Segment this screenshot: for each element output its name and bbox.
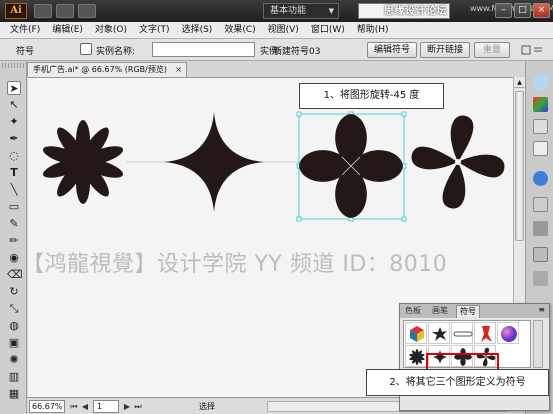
layers-icon[interactable] <box>533 271 548 286</box>
step1-callout: 1、将图形旋转-45 度 <box>299 83 444 109</box>
sphere-symbol[interactable] <box>497 322 519 344</box>
graph-tool-icon[interactable]: ▥ <box>7 370 21 384</box>
tab-brushes[interactable]: 画笔 <box>429 305 451 318</box>
stroke-icon[interactable] <box>533 197 548 212</box>
eraser-tool-icon[interactable]: ⌫ <box>7 268 23 282</box>
close-button[interactable]: × <box>533 3 550 18</box>
first-page-icon[interactable]: ⏮ <box>69 401 79 412</box>
blob-brush-tool-icon[interactable]: ◉ <box>7 251 21 265</box>
menu-file[interactable]: 文件(F) <box>4 22 46 39</box>
menu-edit[interactable]: 编辑(E) <box>46 22 89 39</box>
chevron-down-icon: ▼ <box>328 7 334 15</box>
splat-symbol[interactable] <box>428 322 450 344</box>
next-page-icon[interactable]: ▶ <box>122 401 132 412</box>
line-tool-icon[interactable]: ╲ <box>7 183 21 197</box>
sparkle-shape[interactable] <box>164 112 264 212</box>
scale-tool-icon[interactable]: ⤡ <box>7 302 21 316</box>
illustrator-window: Ai 基本功能 ▼ 思缘设计论坛 www.MISSYUAN.COM – □ × … <box>0 0 553 414</box>
symbol-sprayer-tool-icon[interactable]: ✺ <box>7 353 21 367</box>
paintbrush-tool-icon[interactable]: ✎ <box>7 217 21 231</box>
instance-name-label: 实例名称: <box>96 47 136 57</box>
color-panel-icon[interactable] <box>533 75 548 90</box>
document-title: 手机广告.ai* @ 66.67% (RGB/预览) <box>33 65 167 74</box>
break-link-button[interactable]: 断开链接 <box>420 42 470 58</box>
warp-tool-icon[interactable]: ◍ <box>7 319 21 333</box>
scroll-thumb[interactable] <box>515 91 524 241</box>
symbol-icon <box>80 43 92 55</box>
view-mode-icon[interactable] <box>78 4 96 18</box>
panel-scrollbar[interactable] <box>533 320 543 368</box>
document-tab[interactable]: 手机广告.ai* @ 66.67% (RGB/预览) × <box>27 62 187 77</box>
control-bar: 符号 实例名称: 实例: 新建符号03 编辑符号 断开链接 重置 <box>0 39 553 61</box>
appearance-icon[interactable] <box>533 247 548 262</box>
menu-type[interactable]: 文字(T) <box>133 22 176 39</box>
flower-shape[interactable] <box>41 120 125 204</box>
page-number-field[interactable]: 1 <box>93 400 119 413</box>
cube-symbol[interactable] <box>405 322 427 344</box>
type-tool-icon[interactable]: T <box>7 166 21 180</box>
tools-panel: ➤ ↖ ✦ ✒ ◌ T ╲ ▭ ✎ ✏ ◉ ⌫ ↻ ⤡ ◍ ▣ ✺ ▥ ▦ <box>0 61 27 414</box>
forum-watermark: 思缘设计论坛 <box>384 6 447 17</box>
symbols-icon[interactable] <box>533 171 548 186</box>
close-icon[interactable]: × <box>175 63 182 76</box>
panel-menu-icon[interactable]: ≡ <box>538 305 545 314</box>
menu-window[interactable]: 窗口(W) <box>305 22 351 39</box>
menu-view[interactable]: 视图(V) <box>262 22 305 39</box>
app-logo: Ai <box>5 3 27 19</box>
symbols-grid <box>403 320 531 380</box>
clover-shape[interactable] <box>299 114 403 218</box>
pen-tool-icon[interactable]: ✒ <box>7 132 21 146</box>
last-page-icon[interactable]: ⏭ <box>133 401 143 412</box>
gradient-icon[interactable] <box>533 221 548 236</box>
swatches-icon[interactable] <box>533 119 548 134</box>
instance-value[interactable]: 新建符号03 <box>273 44 320 57</box>
status-text: 选择 <box>199 402 215 411</box>
color-guide-icon[interactable] <box>533 97 548 112</box>
minimize-button[interactable]: – <box>495 3 512 18</box>
pinwheel-shape[interactable] <box>411 115 505 209</box>
magic-wand-tool-icon[interactable]: ✦ <box>7 115 21 129</box>
panel-grip[interactable] <box>2 63 24 68</box>
title-bar: Ai 基本功能 ▼ 思缘设计论坛 www.MISSYUAN.COM – □ × <box>0 0 553 22</box>
free-transform-tool-icon[interactable]: ▣ <box>7 336 21 350</box>
step2-callout: 2、将其它三个图形定义为符号 <box>366 369 549 396</box>
prev-page-icon[interactable]: ◀ <box>80 401 90 412</box>
selection-type-label: 符号 <box>16 47 35 57</box>
rotate-tool-icon[interactable]: ↻ <box>7 285 21 299</box>
scroll-up-icon[interactable]: ▲ <box>514 77 525 88</box>
menu-bar: 文件(F) 编辑(E) 对象(O) 文字(T) 选择(S) 效果(C) 视图(V… <box>0 22 553 39</box>
reset-button[interactable]: 重置 <box>474 42 510 58</box>
pencil-tool-icon[interactable]: ✏ <box>7 234 21 248</box>
rectangle-tool-icon[interactable]: ▭ <box>7 200 21 214</box>
menu-help[interactable]: 帮助(H) <box>351 22 395 39</box>
edit-symbol-button[interactable]: 编辑符号 <box>367 42 417 58</box>
panel-options-icon[interactable] <box>520 44 546 56</box>
brushes-icon[interactable] <box>533 141 548 156</box>
selection-tool-icon[interactable]: ➤ <box>7 81 21 95</box>
instance-name-input[interactable] <box>152 42 255 57</box>
menu-effect[interactable]: 效果(C) <box>218 22 261 39</box>
tab-swatches[interactable]: 色板 <box>402 305 424 318</box>
workspace-switcher[interactable]: 基本功能 ▼ <box>263 3 339 19</box>
tab-symbols[interactable]: 符号 <box>456 305 480 318</box>
panel-tab-bar: 色板 画笔 符号 ≡ <box>400 304 549 318</box>
arrange-docs-icon[interactable] <box>56 4 74 18</box>
bridge-icon[interactable] <box>34 4 52 18</box>
window-controls: – □ × <box>495 3 550 18</box>
workspace-label: 基本功能 <box>270 6 307 16</box>
menu-object[interactable]: 对象(O) <box>89 22 133 39</box>
lasso-tool-icon[interactable]: ◌ <box>7 149 21 163</box>
menu-select[interactable]: 选择(S) <box>176 22 219 39</box>
direct-selection-tool-icon[interactable]: ↖ <box>7 98 21 112</box>
flower-symbol[interactable] <box>405 345 427 367</box>
ribbon-symbol[interactable] <box>474 322 496 344</box>
zoom-select[interactable]: 66.67% <box>29 400 65 413</box>
maximize-button[interactable]: □ <box>514 3 531 18</box>
mesh-tool-icon[interactable]: ▦ <box>7 387 21 401</box>
chain-symbol[interactable] <box>451 322 473 344</box>
